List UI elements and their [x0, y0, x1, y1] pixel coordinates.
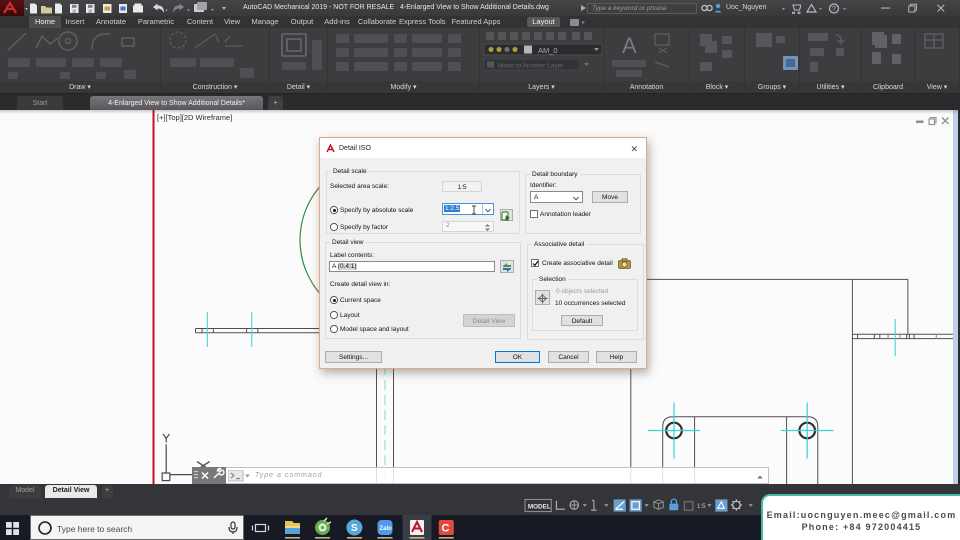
svg-text:1:5: 1:5: [697, 503, 706, 510]
svg-text:S: S: [351, 523, 358, 534]
svg-text:C: C: [442, 522, 450, 534]
svg-text:MODEL: MODEL: [528, 503, 551, 510]
svg-text:?: ?: [832, 6, 836, 13]
svg-text:Zalo: Zalo: [380, 526, 393, 532]
